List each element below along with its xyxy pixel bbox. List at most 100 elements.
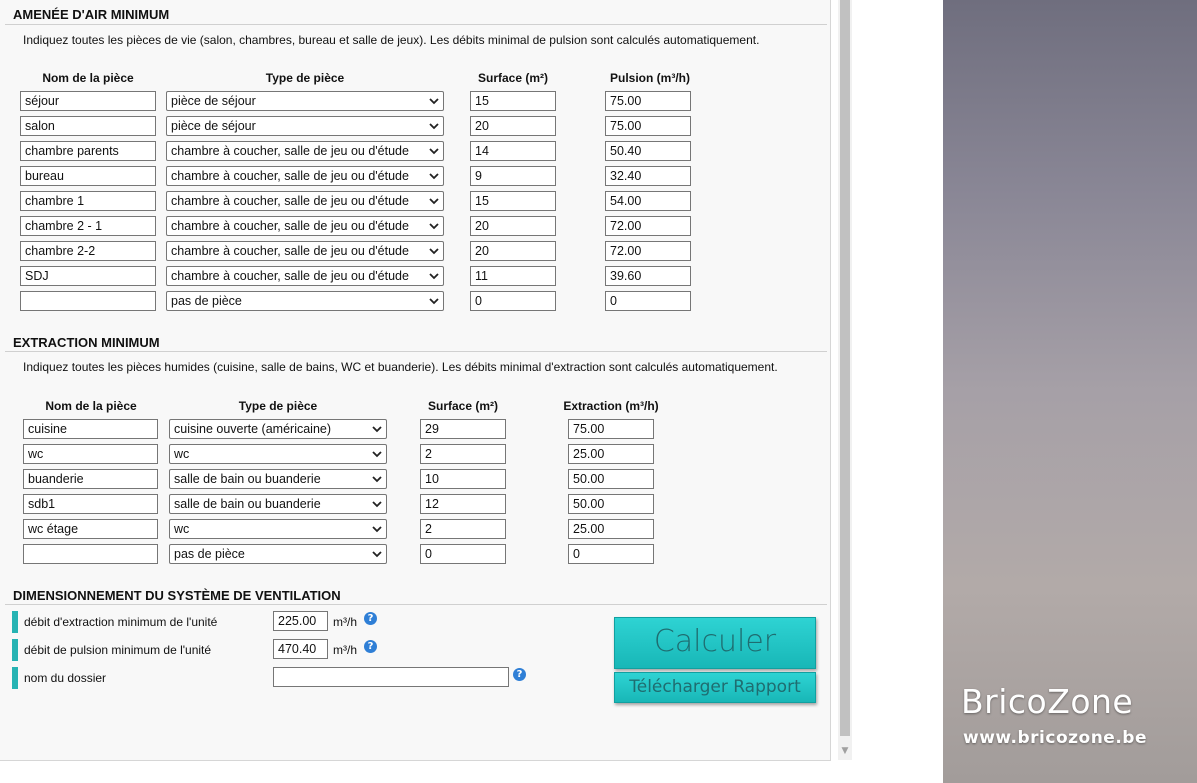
help-icon[interactable]: ? (513, 668, 526, 681)
room-type-value: pas de pièce (171, 294, 242, 308)
folder-name-input[interactable] (273, 667, 509, 687)
surface-input[interactable]: 14 (470, 141, 556, 161)
room-type-select[interactable]: chambre à coucher, salle de jeu ou d'étu… (166, 191, 444, 211)
extraction-unit-value[interactable]: 225.00 (273, 611, 328, 631)
surface-input[interactable]: 2 (420, 519, 506, 539)
surface-input[interactable]: 10 (420, 469, 506, 489)
surface-input[interactable]: 9 (470, 166, 556, 186)
room-type-select[interactable]: pièce de séjour (166, 91, 444, 111)
supply-divider (5, 24, 827, 25)
room-type-select[interactable]: pas de pièce (166, 291, 444, 311)
room-type-select[interactable]: wc (169, 444, 387, 464)
chevron-down-icon (429, 98, 439, 105)
room-name-input[interactable]: wc (23, 444, 158, 464)
surface-input[interactable]: 12 (420, 494, 506, 514)
supply-unit-label-text: débit de pulsion minimum de l'unité (24, 643, 212, 657)
table-row: wc étage wc 2 25.00 (0, 519, 820, 541)
surface-input[interactable]: 20 (470, 241, 556, 261)
scroll-down-arrow-icon[interactable]: ▼ (838, 744, 852, 758)
room-name-input[interactable]: cuisine (23, 419, 158, 439)
surface-input[interactable]: 15 (470, 191, 556, 211)
chevron-down-icon (429, 248, 439, 255)
room-name-input[interactable]: chambre parents (20, 141, 156, 161)
supply-unit-unit: m³/h (333, 643, 357, 657)
room-type-select[interactable]: salle de bain ou buanderie (169, 469, 387, 489)
flow-rate-field[interactable]: 75.00 (605, 91, 691, 111)
room-type-select[interactable]: chambre à coucher, salle de jeu ou d'étu… (166, 266, 444, 286)
chevron-down-icon (372, 526, 382, 533)
surface-input[interactable]: 15 (470, 91, 556, 111)
surface-input[interactable]: 11 (470, 266, 556, 286)
supply-unit-value[interactable]: 470.40 (273, 639, 328, 659)
download-report-button[interactable]: Télécharger Rapport (614, 672, 816, 703)
flow-rate-field[interactable]: 50.00 (568, 469, 654, 489)
calculate-button[interactable]: Calculer (614, 617, 816, 669)
chevron-down-icon (429, 223, 439, 230)
chevron-down-icon (372, 501, 382, 508)
surface-input[interactable]: 0 (420, 544, 506, 564)
surface-input[interactable]: 29 (420, 419, 506, 439)
flow-rate-field[interactable]: 25.00 (568, 444, 654, 464)
help-icon[interactable]: ? (364, 612, 377, 625)
table-row: bureau chambre à coucher, salle de jeu ou… (0, 166, 820, 188)
flow-rate-field[interactable]: 72.00 (605, 216, 691, 236)
room-type-select[interactable]: chambre à coucher, salle de jeu ou d'étu… (166, 216, 444, 236)
room-type-select[interactable]: chambre à coucher, salle de jeu ou d'étu… (166, 166, 444, 186)
room-type-select[interactable]: chambre à coucher, salle de jeu ou d'étu… (166, 241, 444, 261)
room-type-value: salle de bain ou buanderie (174, 497, 321, 511)
room-type-value: chambre à coucher, salle de jeu ou d'étu… (171, 144, 409, 158)
table-row: chambre 1 chambre à coucher, salle de jeu… (0, 191, 820, 213)
table-row: séjour pièce de séjour 15 75.00 (0, 91, 820, 113)
flow-rate-field[interactable]: 50.40 (605, 141, 691, 161)
room-type-select[interactable]: cuisine ouverte (américaine) (169, 419, 387, 439)
room-type-select[interactable]: salle de bain ou buanderie (169, 494, 387, 514)
room-name-input[interactable]: SDJ (20, 266, 156, 286)
room-type-value: chambre à coucher, salle de jeu ou d'étu… (171, 269, 409, 283)
bricozone-logo: BricoZone (961, 682, 1134, 721)
surface-input[interactable]: 20 (470, 116, 556, 136)
room-name-input[interactable]: chambre 2 - 1 (20, 216, 156, 236)
extraction-description: Indiquez toutes les pièces humides (cuis… (23, 360, 778, 374)
chevron-down-icon (372, 551, 382, 558)
background-photo: BricoZone www.bricozone.be (943, 0, 1197, 783)
flow-rate-field[interactable]: 0 (568, 544, 654, 564)
room-name-input[interactable]: bureau (20, 166, 156, 186)
room-type-select[interactable]: pièce de séjour (166, 116, 444, 136)
flow-rate-field[interactable]: 0 (605, 291, 691, 311)
room-name-input[interactable]: chambre 2-2 (20, 241, 156, 261)
room-name-input[interactable]: wc étage (23, 519, 158, 539)
folder-label-text: nom du dossier (24, 671, 107, 685)
flow-rate-field[interactable]: 72.00 (605, 241, 691, 261)
chevron-down-icon (429, 298, 439, 305)
help-icon[interactable]: ? (364, 640, 377, 653)
table-row: chambre parents chambre à coucher, salle … (0, 141, 820, 163)
flow-rate-field[interactable]: 54.00 (605, 191, 691, 211)
accent-bar (12, 611, 18, 633)
room-name-input[interactable]: salon (20, 116, 156, 136)
scrollbar-thumb[interactable] (840, 0, 850, 736)
flow-rate-field[interactable]: 25.00 (568, 519, 654, 539)
flow-rate-field[interactable]: 39.60 (605, 266, 691, 286)
extraction-header-surface: Surface (m²) (427, 399, 498, 413)
chevron-down-icon (429, 123, 439, 130)
room-name-input[interactable]: sdb1 (23, 494, 158, 514)
room-type-select[interactable]: chambre à coucher, salle de jeu ou d'étu… (166, 141, 444, 161)
room-name-input[interactable]: séjour (20, 91, 156, 111)
surface-input[interactable]: 0 (470, 291, 556, 311)
room-name-input[interactable] (23, 544, 158, 564)
room-name-input[interactable] (20, 291, 156, 311)
flow-rate-field[interactable]: 75.00 (605, 116, 691, 136)
room-type-select[interactable]: pas de pièce (169, 544, 387, 564)
supply-header-type: Type de pièce (265, 71, 345, 85)
room-name-input[interactable]: buanderie (23, 469, 158, 489)
extraction-unit-unit: m³/h (333, 615, 357, 629)
surface-input[interactable]: 2 (420, 444, 506, 464)
room-name-input[interactable]: chambre 1 (20, 191, 156, 211)
vertical-scrollbar[interactable]: ▼ (838, 0, 852, 760)
flow-rate-field[interactable]: 32.40 (605, 166, 691, 186)
flow-rate-field[interactable]: 75.00 (568, 419, 654, 439)
room-type-select[interactable]: wc (169, 519, 387, 539)
chevron-down-icon (372, 451, 382, 458)
flow-rate-field[interactable]: 50.00 (568, 494, 654, 514)
surface-input[interactable]: 20 (470, 216, 556, 236)
